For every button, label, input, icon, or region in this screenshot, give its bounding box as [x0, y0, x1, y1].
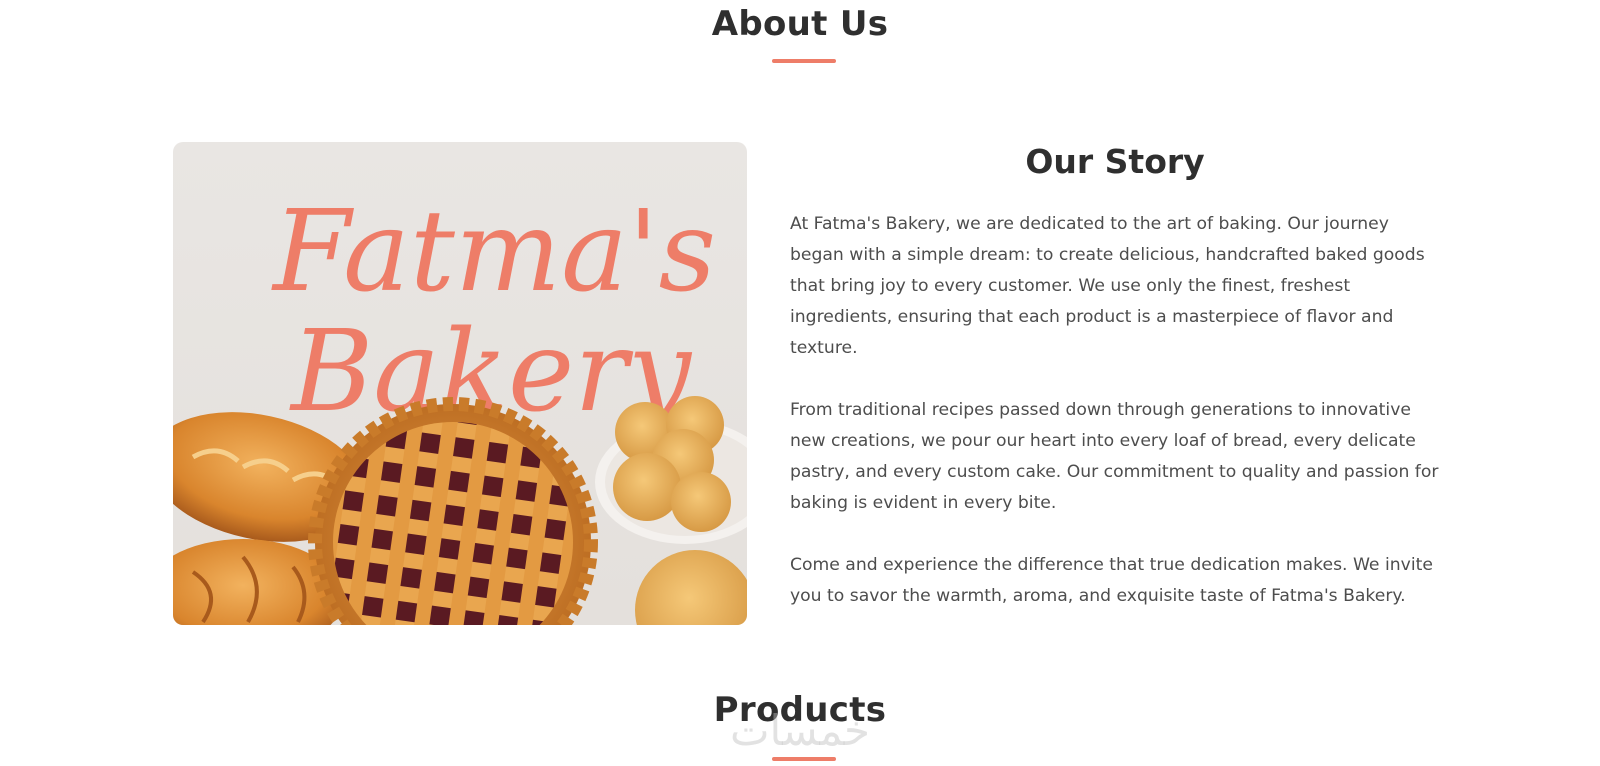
bakery-logo-text: Fatma's Bakery — [271, 187, 716, 437]
about-section-title: About Us — [711, 4, 889, 44]
products-section-title: Products — [713, 690, 887, 730]
our-story-section: Our Story At Fatma's Bakery, we are dedi… — [790, 142, 1440, 612]
lattice-pie-image — [308, 397, 598, 625]
about-title-underline — [772, 59, 836, 63]
logo-line-fatmas: Fatma's — [271, 187, 716, 317]
story-paragraph-1: At Fatma's Bakery, we are dedicated to t… — [790, 214, 1425, 358]
products-title-underline — [772, 757, 836, 761]
our-story-title: Our Story — [1025, 142, 1205, 181]
muffin-image — [635, 550, 747, 625]
bakery-hero-image: Fatma's Bakery — [173, 142, 747, 625]
story-paragraph-3: Come and experience the difference that … — [790, 555, 1433, 606]
story-paragraph-2: From traditional recipes passed down thr… — [790, 400, 1439, 513]
